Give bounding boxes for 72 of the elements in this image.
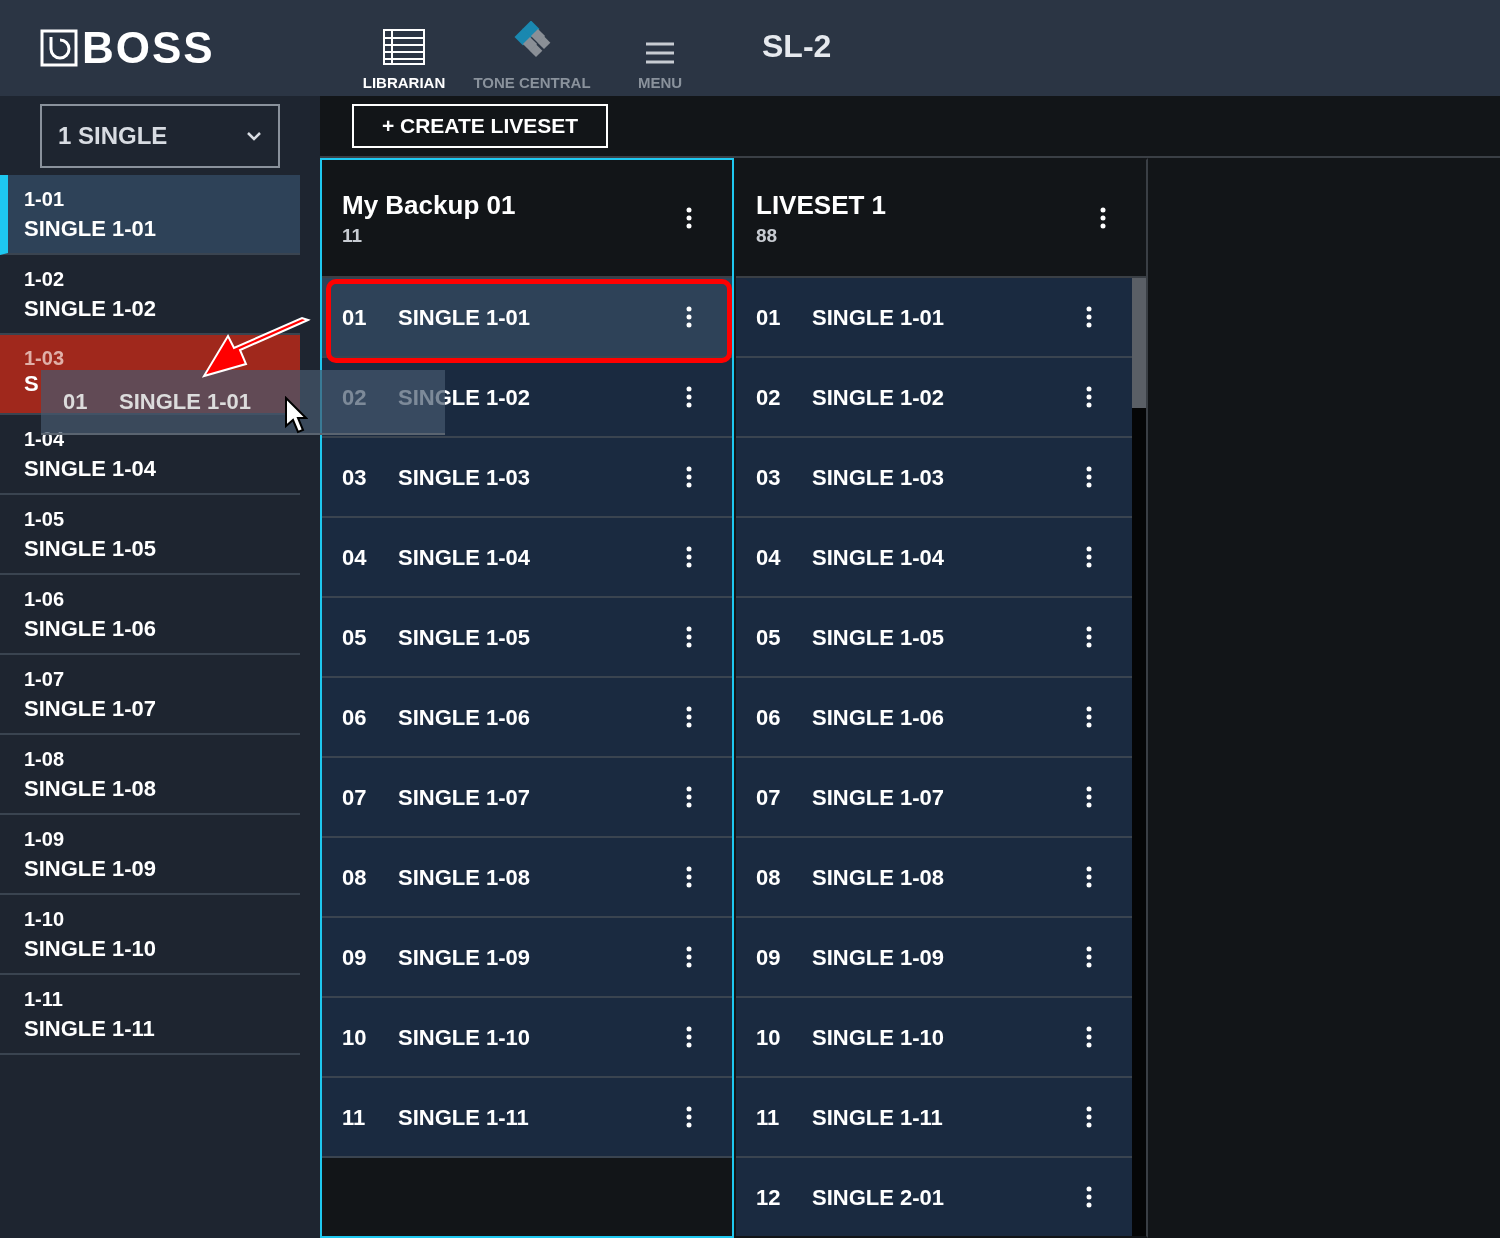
more-icon[interactable] — [686, 386, 692, 408]
preset-item[interactable]: 1-07 SINGLE 1-07 — [0, 655, 300, 735]
patch-row[interactable]: 07 SINGLE 1-07 — [322, 758, 732, 838]
liveset-count: 88 — [756, 224, 779, 248]
more-icon[interactable] — [1086, 946, 1092, 968]
more-icon[interactable] — [1100, 207, 1106, 229]
more-icon[interactable] — [1086, 1026, 1092, 1048]
patch-row[interactable]: 04 SINGLE 1-04 — [736, 518, 1132, 598]
patch-row[interactable]: 05 SINGLE 1-05 — [736, 598, 1132, 678]
liveset-count: 11 — [342, 224, 364, 248]
preset-item[interactable]: 1-11 SINGLE 1-11 — [0, 975, 300, 1055]
more-icon[interactable] — [1086, 866, 1092, 888]
preset-item[interactable]: 1-01 SINGLE 1-01 — [0, 175, 300, 255]
create-liveset-button[interactable]: + CREATE LIVESET — [352, 104, 608, 148]
more-icon[interactable] — [686, 1106, 692, 1128]
patch-row[interactable]: 12 SINGLE 2-01 — [736, 1158, 1132, 1236]
patch-row[interactable]: 11 SINGLE 1-11 — [322, 1078, 732, 1158]
preset-item[interactable]: 1-09 SINGLE 1-09 — [0, 815, 300, 895]
more-icon[interactable] — [686, 1026, 692, 1048]
list-icon — [383, 29, 425, 65]
more-icon[interactable] — [686, 706, 692, 728]
preset-dropdown[interactable]: 1 SINGLE — [40, 103, 280, 168]
more-icon[interactable] — [686, 626, 692, 648]
more-icon[interactable] — [1086, 466, 1092, 488]
more-icon[interactable] — [1086, 786, 1092, 808]
patch-row[interactable]: 05 SINGLE 1-05 — [322, 598, 732, 678]
more-icon[interactable] — [686, 466, 692, 488]
preset-item[interactable]: 1-05 SINGLE 1-05 — [0, 495, 300, 575]
patch-row[interactable]: 10 SINGLE 1-10 — [322, 998, 732, 1078]
more-icon[interactable] — [1086, 706, 1092, 728]
nav-tab[interactable]: LIBRARIAN — [340, 0, 468, 90]
patch-row[interactable]: 04 SINGLE 1-04 — [322, 518, 732, 598]
patch-row[interactable]: 10 SINGLE 1-10 — [736, 998, 1132, 1078]
logo-text: BOSS — [82, 26, 215, 70]
patch-row[interactable]: 02 SINGLE 1-02 — [736, 358, 1132, 438]
patch-row[interactable]: 09 SINGLE 1-09 — [736, 918, 1132, 998]
patch-row[interactable]: 08 SINGLE 1-08 — [322, 838, 732, 918]
nav-tab[interactable]: TONE CENTRAL — [468, 0, 596, 90]
more-icon[interactable] — [1086, 1186, 1092, 1208]
more-icon[interactable] — [1086, 626, 1092, 648]
more-icon[interactable] — [686, 866, 692, 888]
more-icon[interactable] — [1086, 306, 1092, 328]
preset-item[interactable]: 1-06 SINGLE 1-06 — [0, 575, 300, 655]
patch-row[interactable]: 06 SINGLE 1-06 — [736, 678, 1132, 758]
chevron-down-icon — [246, 130, 262, 141]
preset-item[interactable]: 1-08 SINGLE 1-08 — [0, 735, 300, 815]
patch-row[interactable]: 01 SINGLE 1-01 — [736, 278, 1132, 358]
liveset-title: LIVESET 1 — [756, 189, 887, 222]
menu-icon — [645, 41, 675, 65]
patch-row[interactable]: 06 SINGLE 1-06 — [322, 678, 732, 758]
device-name: SL-2 — [762, 27, 832, 66]
logo-icon — [40, 29, 78, 67]
more-icon[interactable] — [686, 786, 692, 808]
patch-row[interactable]: 07 SINGLE 1-07 — [736, 758, 1132, 838]
patch-row[interactable]: 08 SINGLE 1-08 — [736, 838, 1132, 918]
preset-item[interactable]: 1-10 SINGLE 1-10 — [0, 895, 300, 975]
more-icon[interactable] — [686, 306, 692, 328]
more-icon[interactable] — [1086, 1106, 1092, 1128]
more-icon[interactable] — [1086, 386, 1092, 408]
patch-row[interactable]: 01 SINGLE 1-01 — [322, 278, 732, 358]
patch-row[interactable]: 03 SINGLE 1-03 — [736, 438, 1132, 518]
patch-row[interactable]: 09 SINGLE 1-09 — [322, 918, 732, 998]
patch-row[interactable]: 03 SINGLE 1-03 — [322, 438, 732, 518]
scrollbar[interactable] — [1132, 278, 1146, 1236]
more-icon[interactable] — [686, 546, 692, 568]
patch-row[interactable]: 11 SINGLE 1-11 — [736, 1078, 1132, 1158]
nav-tab[interactable]: MENU — [596, 0, 724, 90]
cursor-icon — [284, 396, 308, 434]
more-icon[interactable] — [686, 207, 692, 229]
more-icon[interactable] — [686, 946, 692, 968]
liveset-title: My Backup 01 — [342, 189, 516, 222]
more-icon[interactable] — [1086, 546, 1092, 568]
